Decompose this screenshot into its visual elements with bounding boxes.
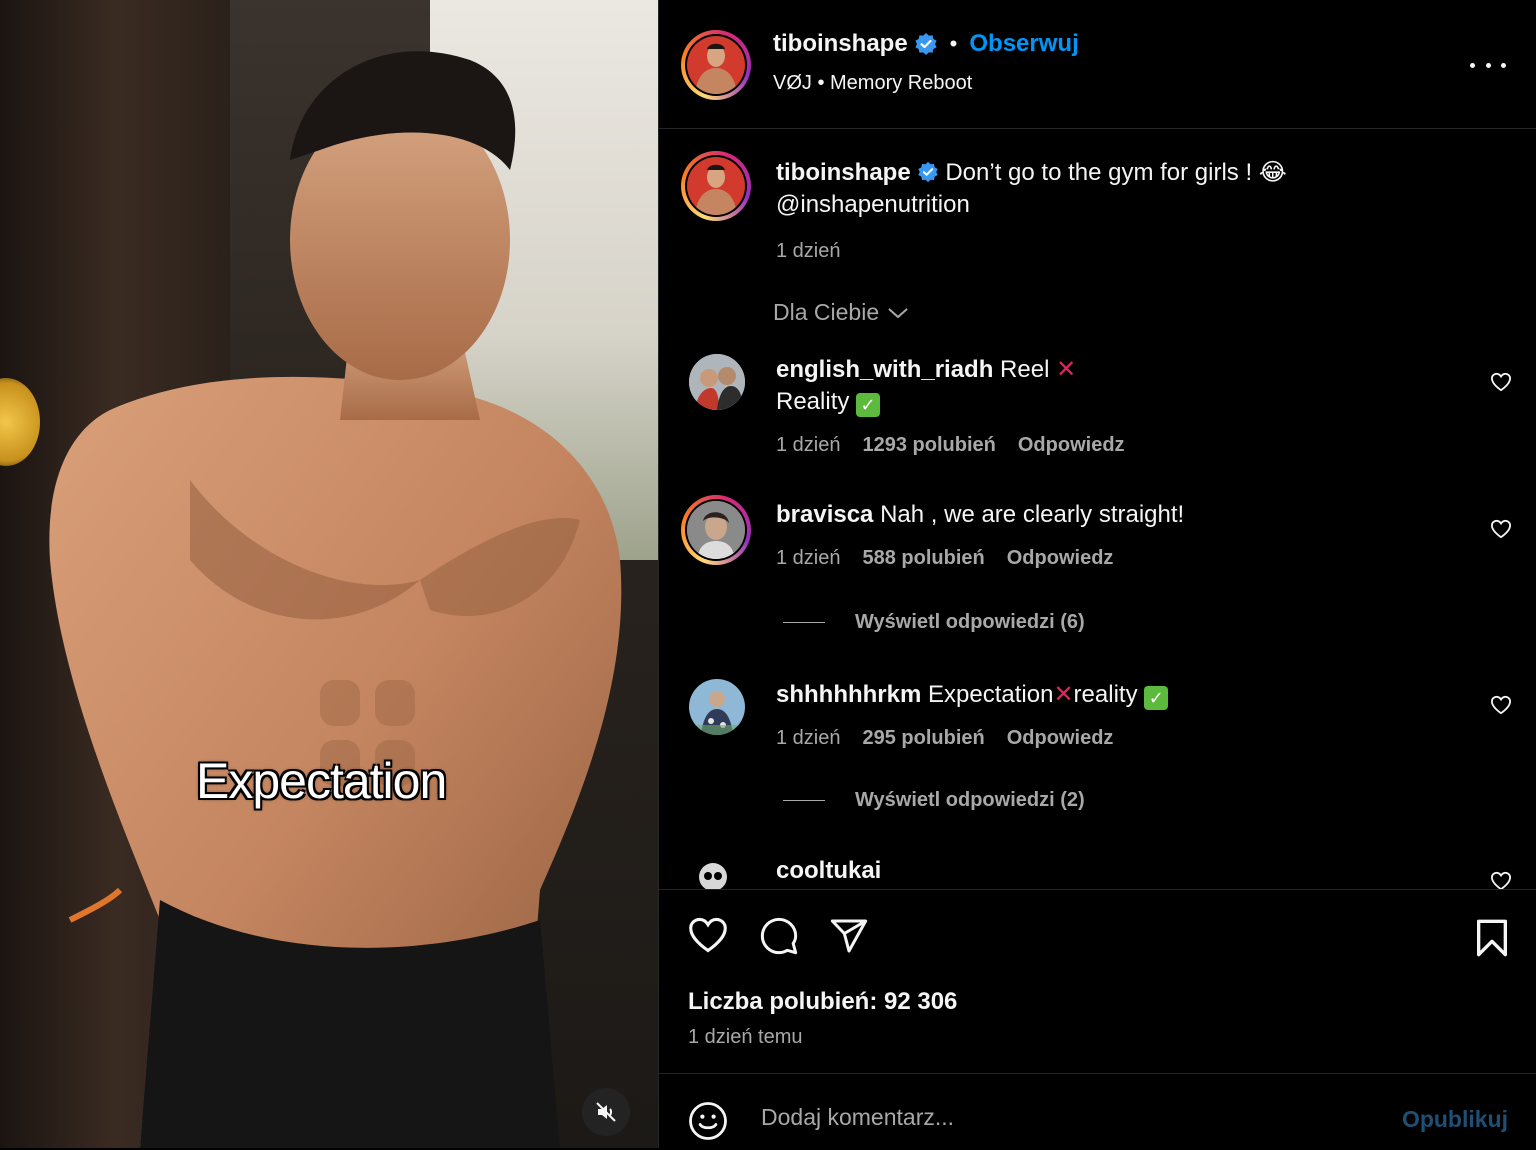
caption-author-avatar[interactable] <box>681 151 751 221</box>
paper-plane-icon <box>830 919 868 953</box>
comment-text: shhhhhhrkm Expectation✕reality ✓ <box>776 679 1456 711</box>
video-caption-overlay: Expectation <box>196 753 447 809</box>
replies-line <box>783 800 825 801</box>
comment-text-part: Nah , we are clearly straight! <box>880 501 1185 528</box>
comment-time: 1 dzień <box>776 434 841 456</box>
mute-button[interactable] <box>582 1088 630 1136</box>
comment-actions: 1 dzień 588 polubień Odpowiedz <box>776 547 1113 570</box>
speaker-muted-icon <box>596 1102 616 1122</box>
comment-username[interactable]: bravisca <box>776 501 873 528</box>
reply-button[interactable]: Odpowiedz <box>1007 547 1114 570</box>
comment-bubble-icon <box>760 917 798 955</box>
comment-username[interactable]: cooltukai <box>776 857 881 884</box>
comment-text-part: reality <box>1073 681 1138 708</box>
author-avatar[interactable] <box>681 30 751 100</box>
cross-mark-icon: ✕ <box>1053 681 1074 708</box>
share-button[interactable] <box>829 916 869 961</box>
view-replies-label: Wyświetl odpowiedzi (2) <box>855 789 1085 811</box>
action-icons <box>687 916 869 961</box>
verified-badge-icon <box>917 161 938 183</box>
comment-likes[interactable]: 295 polubień <box>863 727 985 750</box>
comment-actions: 1 dzień 295 polubień Odpowiedz <box>776 727 1113 750</box>
follow-button[interactable]: Obserwuj <box>969 30 1078 58</box>
chevron-down-icon <box>888 307 908 318</box>
commenter-avatar-image <box>687 501 745 559</box>
view-replies-button[interactable]: Wyświetl odpowiedzi (6) <box>783 611 1085 634</box>
check-mark-icon: ✓ <box>856 393 881 417</box>
comment-time: 1 dzień <box>776 547 841 569</box>
comment-text-part: Reel <box>1000 356 1050 383</box>
reel-video[interactable]: Expectation <box>0 0 658 1148</box>
comments-list[interactable]: tiboinshape Don’t go to the gym for girl… <box>659 129 1536 889</box>
comment-username[interactable]: shhhhhhrkm <box>776 681 921 708</box>
commenter-avatar[interactable] <box>689 354 745 410</box>
audio-track-link[interactable]: VØJ • Memory Reboot <box>773 72 972 95</box>
view-replies-label: Wyświetl odpowiedzi (6) <box>855 611 1085 633</box>
bookmark-icon <box>1476 919 1507 957</box>
smiley-icon <box>689 1102 727 1140</box>
check-mark-icon: ✓ <box>1144 686 1169 710</box>
sort-label: Dla Ciebie <box>773 299 880 325</box>
commenter-avatar[interactable] <box>689 855 745 889</box>
comment-likes[interactable]: 588 polubień <box>863 547 985 570</box>
heart-icon <box>689 917 727 953</box>
like-comment-icon[interactable] <box>1490 695 1512 715</box>
caption-body: Don’t go to the gym for girls ! 😂 <box>945 159 1287 186</box>
comment-button[interactable] <box>759 916 799 961</box>
post-header: tiboinshape • Obserwuj VØJ • Memory Rebo… <box>659 0 1536 129</box>
comment-text: english_with_riadh Reel ✕ Reality ✓ <box>776 354 1456 418</box>
comment-text-part: Reality <box>776 388 850 415</box>
post-comment-button[interactable]: Opublikuj <box>1402 1106 1508 1133</box>
like-comment-icon[interactable] <box>1490 871 1512 889</box>
emoji-picker-button[interactable] <box>687 1100 729 1147</box>
comments-sort-dropdown[interactable]: Dla Ciebie <box>773 299 909 326</box>
caption-avatar-image <box>687 157 745 215</box>
replies-line <box>783 622 825 623</box>
add-comment-bar: Opublikuj <box>659 1073 1536 1150</box>
reply-button[interactable]: Odpowiedz <box>1007 727 1114 750</box>
like-button[interactable] <box>687 916 729 961</box>
more-horizontal-icon <box>1470 62 1475 68</box>
post-details-panel: tiboinshape • Obserwuj VØJ • Memory Rebo… <box>659 0 1536 1148</box>
comment-text: cooltukai <box>776 855 1456 887</box>
caption-text: tiboinshape Don’t go to the gym for girl… <box>776 157 1476 267</box>
post-actions-section: Liczba polubień: 92 306 1 dzień temu Opu… <box>659 889 1536 1149</box>
more-options-button[interactable] <box>1470 50 1506 80</box>
comment-text-part: Expectation <box>928 681 1054 708</box>
comment-likes[interactable]: 1293 polubień <box>863 434 996 457</box>
like-comment-icon[interactable] <box>1490 372 1512 392</box>
comment-time: 1 dzień <box>776 727 841 749</box>
more-dot <box>1485 62 1491 68</box>
video-person <box>49 51 622 1148</box>
author-username[interactable]: tiboinshape <box>773 30 908 58</box>
comment-username[interactable]: english_with_riadh <box>776 356 993 383</box>
commenter-avatar[interactable] <box>681 495 751 565</box>
caption-time: 1 dzień <box>776 240 841 262</box>
comment-actions: 1 dzień 1293 polubień Odpowiedz <box>776 434 1125 457</box>
post-time: 1 dzień temu <box>688 1026 803 1048</box>
verified-badge-icon <box>915 33 937 55</box>
likes-count[interactable]: Liczba polubień: 92 306 <box>688 988 957 1016</box>
cross-mark-icon: ✕ <box>1056 356 1077 383</box>
save-button[interactable] <box>1474 918 1510 963</box>
more-dot <box>1501 62 1506 68</box>
like-comment-icon[interactable] <box>1490 519 1512 539</box>
comment-text: bravisca Nah , we are clearly straight! <box>776 499 1456 531</box>
header-separator: • <box>949 31 958 56</box>
caption-username[interactable]: tiboinshape <box>776 159 911 186</box>
view-replies-button[interactable]: Wyświetl odpowiedzi (2) <box>783 789 1085 812</box>
commenter-avatar[interactable] <box>689 679 745 735</box>
caption-mention[interactable]: @inshapenutrition <box>776 191 970 218</box>
reply-button[interactable]: Odpowiedz <box>1018 434 1125 457</box>
comment-input[interactable] <box>759 1096 1363 1138</box>
author-avatar-image <box>687 36 745 94</box>
